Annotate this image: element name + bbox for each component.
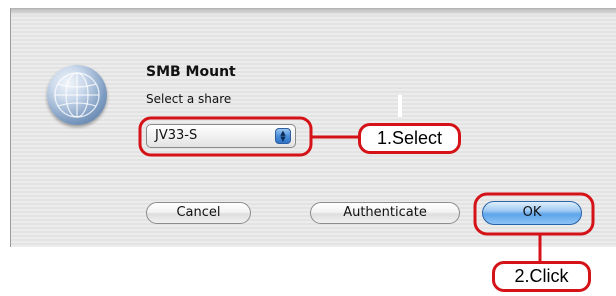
step1-select-callout: 1.Select xyxy=(358,123,461,154)
step2-click-callout: 2.Click xyxy=(492,261,591,292)
annotation-overlay xyxy=(138,116,595,262)
select-highlight-box xyxy=(138,116,313,157)
ok-highlight-box xyxy=(473,192,595,236)
